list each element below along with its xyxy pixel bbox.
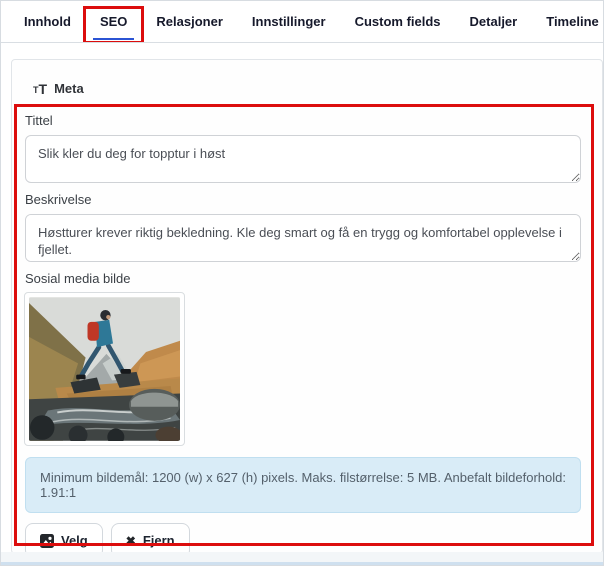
image-icon [40,534,54,548]
image-requirements-text: Minimum bildemål: 1200 (w) x 627 (h) pix… [40,470,566,500]
x-icon: ✖ [126,535,136,547]
title-textarea[interactable]: Slik kler du deg for topptur i høst [25,135,581,183]
image-requirements-info-box: Minimum bildemål: 1200 (w) x 627 (h) pix… [25,457,581,513]
tab-timeline[interactable]: Timeline [546,14,599,29]
bottom-strip [1,552,603,565]
select-image-label: Velg [61,533,88,548]
description-textarea[interactable]: Høstturer krever riktig bekledning. Kle … [25,214,581,262]
tab-custom-fields[interactable]: Custom fields [355,14,441,29]
remove-image-label: Fjern [143,533,175,548]
tab-seo-label: SEO [100,14,127,29]
meta-fields: Tittel Slik kler du deg for topptur i hø… [25,113,581,558]
tab-seo[interactable]: SEO [100,14,127,29]
meta-panel-header: TT Meta [12,60,602,96]
social-image-thumbnail [24,292,185,446]
tab-bar: Innhold SEO Relasjoner Innstillinger Cus… [1,1,603,43]
tab-relasjoner[interactable]: Relasjoner [156,14,222,29]
social-image-field-label: Sosial media bilde [25,271,581,286]
tab-detaljer[interactable]: Detaljer [470,14,518,29]
seo-settings-screen: Innhold SEO Relasjoner Innstillinger Cus… [0,0,604,566]
description-field-label: Beskrivelse [25,192,581,207]
title-field-label: Tittel [25,113,581,128]
tab-innstillinger[interactable]: Innstillinger [252,14,326,29]
social-media-image [29,297,180,441]
tab-innhold[interactable]: Innhold [24,14,71,29]
panel-title: Meta [54,81,84,96]
text-title-icon: TT [33,82,47,96]
